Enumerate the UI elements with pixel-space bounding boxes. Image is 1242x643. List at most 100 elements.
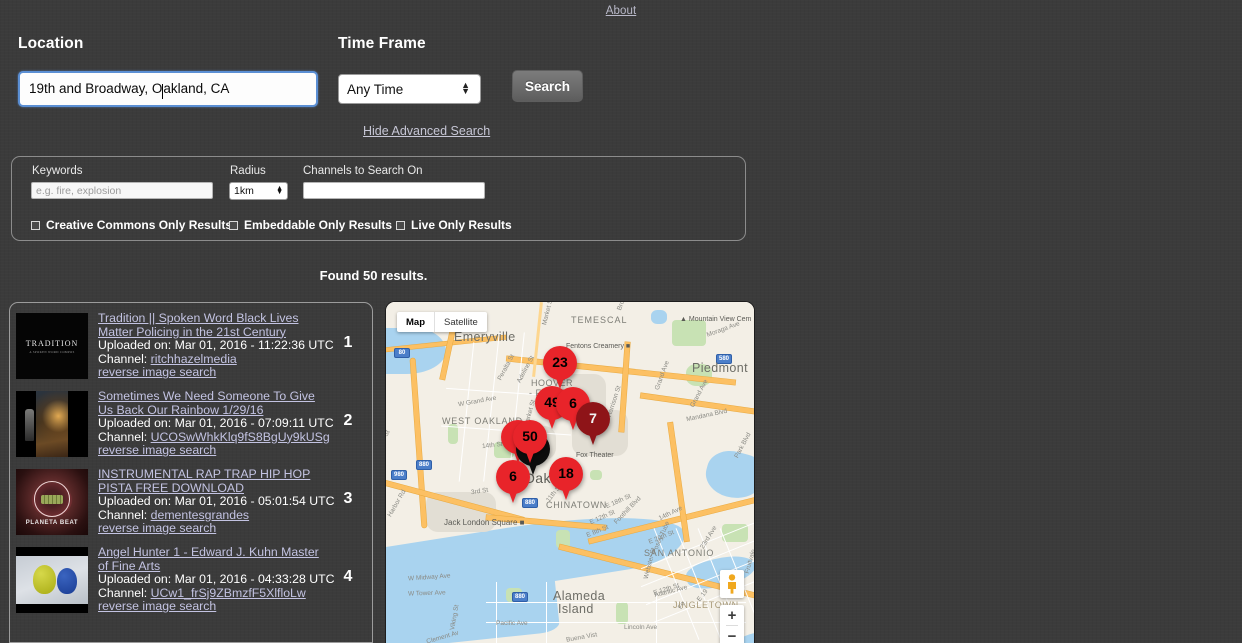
reverse-image-search-link[interactable]: reverse image search [98, 444, 330, 458]
about-link[interactable]: About [606, 5, 637, 17]
radius-label: Radius [230, 165, 266, 177]
map-place-label: Piedmont [692, 361, 749, 375]
channel-prefix: Channel: [98, 585, 151, 600]
channel-link[interactable]: UCOSwWhkKlq9fS8BgUy9kUSg [151, 430, 330, 444]
result-rank: 4 [343, 568, 353, 585]
reverse-image-search-link[interactable]: reverse image search [98, 522, 330, 536]
result-thumbnail[interactable] [16, 547, 88, 613]
result-details: INSTRUMENTAL RAP TRAP HIP HOP PISTA FREE… [98, 466, 335, 536]
map-marker-count: 23 [552, 354, 568, 370]
map-type-control[interactable]: Map Satellite [397, 312, 487, 332]
timeframe-label: Time Frame [338, 35, 426, 52]
location-input[interactable]: 19th and Broadway, Oakland, CA [18, 71, 318, 107]
select-spinner-icon: ▲ ▼ [276, 184, 283, 196]
result-channel: Channel: ritchhazelmedia [98, 352, 330, 367]
checkbox-embeddable[interactable]: Embeddable Only Results [229, 218, 392, 232]
map-place-label: TEMESCAL [571, 315, 628, 325]
result-uploaded: Uploaded on: Mar 01, 2016 - 04:33:28 UTC [98, 572, 335, 587]
map-marker[interactable]: 18 [549, 457, 583, 501]
text-caret [162, 83, 164, 99]
result-title-link[interactable]: Angel Hunter 1 - Edward J. Kuhn Master o… [98, 545, 330, 573]
map-place-label: CHINATOWN [546, 500, 607, 510]
reverse-image-search-link[interactable]: reverse image search [98, 600, 330, 614]
map-type-map-button[interactable]: Map [397, 312, 434, 332]
map-zoom-control[interactable]: + − [720, 605, 744, 643]
map-marker-count: 7 [589, 410, 597, 426]
result-thumbnail[interactable]: TRADITION A SPOKEN WORD COMPOS [16, 313, 88, 379]
map-marker-count: 18 [558, 465, 574, 481]
checkbox-box-icon[interactable] [396, 220, 405, 230]
map-marker-count: 6 [509, 468, 517, 484]
toggle-advanced-search-link[interactable]: Hide Advanced Search [363, 124, 490, 138]
result-uploaded: Uploaded on: Mar 01, 2016 - 07:09:11 UTC [98, 416, 334, 431]
map-marker[interactable]: 23 [543, 346, 577, 390]
channel-link[interactable]: dementesgrandes [151, 508, 249, 522]
keywords-label: Keywords [32, 165, 83, 177]
result-row[interactable]: PLANETA BEAT INSTRUMENTAL RAP TRAP HIP H… [10, 459, 372, 537]
highway-shield: 880 [512, 592, 528, 602]
result-thumbnail[interactable]: PLANETA BEAT [16, 469, 88, 535]
search-button[interactable]: Search [512, 70, 583, 102]
checkbox-label: Live Only Results [411, 218, 512, 232]
map-road [546, 582, 547, 643]
map-marker[interactable]: 7 [576, 402, 610, 446]
channel-link[interactable]: ritchhazelmedia [151, 352, 237, 366]
timeframe-select[interactable]: Any Time ▲ ▼ [338, 74, 481, 104]
radius-select-value: 1km [234, 185, 254, 197]
result-rank: 2 [343, 412, 353, 429]
map-road [496, 582, 497, 643]
map-street-label: Pacific Ave [496, 620, 528, 627]
result-details: Tradition || Spoken Word Black Lives Mat… [98, 310, 334, 380]
map-park [672, 320, 706, 346]
results-map[interactable]: 80 580 980 880 880 880 Emeryville TEMESC… [386, 302, 754, 643]
select-spinner-icon: ▲ ▼ [461, 80, 470, 96]
map-marker[interactable]: 6 [496, 460, 530, 504]
checkbox-live-only[interactable]: Live Only Results [396, 218, 512, 232]
result-title-link[interactable]: Sometimes We Need Someone To Give Us Bac… [98, 389, 330, 417]
map-canvas[interactable]: 80 580 980 880 880 880 Emeryville TEMESC… [386, 302, 754, 643]
pegman-glyph [728, 574, 736, 594]
result-channel: Channel: UCw1_frSj9ZBmzfF5XlfloLw [98, 585, 330, 601]
checkbox-box-icon[interactable] [31, 220, 40, 230]
header-nav: About [0, 0, 1242, 19]
result-rank: 1 [343, 334, 353, 351]
result-title-link[interactable]: Tradition || Spoken Word Black Lives Mat… [98, 311, 330, 339]
results-count: Found 50 results. [319, 268, 428, 283]
reverse-image-search-link[interactable]: reverse image search [98, 366, 330, 380]
highway-shield: 880 [416, 460, 432, 470]
channels-input[interactable] [303, 182, 485, 199]
map-water [651, 310, 667, 324]
map-street-label: W Tower Ave [407, 589, 446, 598]
result-row[interactable]: Angel Hunter 1 - Edward J. Kuhn Master o… [10, 537, 372, 615]
street-view-pegman-icon[interactable] [720, 570, 744, 598]
location-label: Location [18, 35, 84, 52]
channel-prefix: Channel: [98, 429, 151, 444]
map-park [616, 602, 628, 624]
zoom-in-button[interactable]: + [720, 605, 744, 625]
result-channel: Channel: dementesgrandes [98, 507, 330, 523]
map-marker[interactable]: 50 [513, 420, 547, 464]
channel-prefix: Channel: [98, 507, 151, 522]
result-details: Sometimes We Need Someone To Give Us Bac… [98, 388, 334, 458]
result-thumbnail[interactable] [16, 391, 88, 457]
keywords-input[interactable]: e.g. fire, explosion [31, 182, 213, 199]
result-title-link[interactable]: INSTRUMENTAL RAP TRAP HIP HOP PISTA FREE… [98, 467, 330, 495]
highway-shield: 80 [394, 348, 410, 358]
map-place-label: Island [558, 602, 594, 616]
checkbox-label: Embeddable Only Results [244, 218, 393, 232]
channel-link[interactable]: UCw1_frSj9ZBmzfF5XlfloLw [151, 586, 306, 600]
channels-label: Channels to Search On [303, 165, 423, 177]
highway-shield: 980 [391, 470, 407, 480]
result-uploaded: Uploaded on: Mar 01, 2016 - 05:01:54 UTC [98, 494, 335, 509]
map-place-label: Alameda [553, 589, 606, 603]
map-type-satellite-button[interactable]: Satellite [435, 312, 487, 332]
radius-select[interactable]: 1km ▲ ▼ [229, 182, 288, 200]
checkbox-creative-commons[interactable]: Creative Commons Only Results [31, 218, 232, 232]
checkbox-box-icon[interactable] [229, 220, 238, 230]
result-row[interactable]: TRADITION A SPOKEN WORD COMPOS Tradition … [10, 303, 372, 381]
result-rank: 3 [343, 490, 353, 507]
result-channel: Channel: UCOSwWhkKlq9fS8BgUy9kUSg [98, 429, 330, 445]
results-list: TRADITION A SPOKEN WORD COMPOS Tradition … [9, 302, 373, 643]
zoom-out-button[interactable]: − [720, 626, 744, 643]
result-row[interactable]: Sometimes We Need Someone To Give Us Bac… [10, 381, 372, 459]
